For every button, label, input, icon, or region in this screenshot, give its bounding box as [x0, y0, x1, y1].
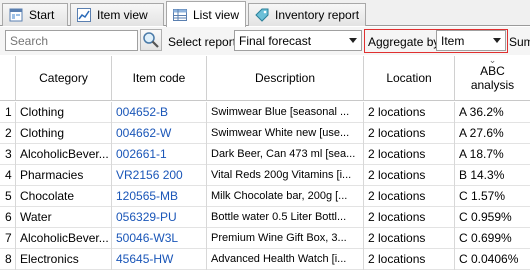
sort-descending-icon: ⌄	[488, 55, 497, 65]
row-number: 8	[0, 249, 16, 270]
column-header-label: Category	[39, 71, 88, 85]
abc-analysis-cell: A 27.6%	[459, 126, 504, 140]
report-select-value: Final forecast	[239, 34, 312, 48]
column-header-label: ABC analysis	[470, 64, 515, 92]
table-row[interactable]: 7 AlcoholicBever... 50046-W3L Premium Wine …	[0, 228, 530, 249]
aggregate-select-value: Item	[441, 34, 465, 48]
row-number: 6	[0, 207, 16, 228]
table-row[interactable]: 8 Electronics 45645-HW Advanced Health Watc…	[0, 249, 530, 270]
description-cell: Dark Beer, Can 473 ml [sea...	[207, 144, 364, 165]
item-code-link[interactable]: 50046-W3L	[112, 228, 207, 249]
chevron-down-icon	[349, 38, 357, 43]
abc-analysis-cell: C 0.0406%	[459, 252, 519, 266]
column-header-label: Item code	[132, 71, 186, 85]
column-header-label: Description	[254, 71, 316, 85]
search-button[interactable]	[140, 29, 162, 51]
column-header-description[interactable]: Description	[207, 56, 364, 101]
column-header-location[interactable]: Location	[364, 56, 455, 101]
item-code-link[interactable]: 45645-HW	[112, 249, 207, 270]
tab-inventory-report[interactable]: Inventory report	[248, 3, 366, 26]
tab-label: Start	[29, 8, 55, 22]
category-cell: AlcoholicBever...	[16, 228, 112, 249]
item-code-link[interactable]: 120565-MB	[112, 186, 207, 207]
data-grid: Category Item code Description Location …	[0, 56, 530, 270]
description-cell: Swimwear White new [use...	[207, 123, 364, 144]
location-cell: 2 locations	[364, 102, 455, 123]
item-code-link[interactable]: 056329-PU	[112, 207, 207, 228]
start-page-icon	[8, 7, 24, 23]
description-cell: Vital Reds 200g Vitamins [i...	[207, 165, 364, 186]
aggregate-by-label: Aggregate by	[368, 35, 440, 49]
category-cell: Pharmacies	[16, 165, 112, 186]
toolbar: Select report Final forecast Aggregate b…	[0, 27, 530, 55]
column-header-item-code[interactable]: Item code	[112, 56, 207, 101]
row-number: 4	[0, 165, 16, 186]
abc-analysis-cell: B 14.3%	[459, 168, 505, 182]
item-code-link[interactable]: 002661-1	[112, 144, 207, 165]
chart-icon	[76, 7, 92, 23]
list-table-icon	[172, 7, 188, 23]
tab-label: Inventory report	[275, 8, 360, 22]
sum-label: Sum	[509, 35, 530, 49]
description-cell: Advanced Health Watch [i...	[207, 249, 364, 270]
table-row[interactable]: 2 Clothing 004662-W Swimwear White new [use…	[0, 123, 530, 144]
column-header-label: Location	[386, 71, 432, 85]
category-cell: Chocolate	[16, 186, 112, 207]
location-cell: 2 locations	[364, 228, 455, 249]
category-cell: Water	[16, 207, 112, 228]
item-code-link[interactable]: VR2156 200	[112, 165, 207, 186]
abc-analysis-cell: C 0.959%	[459, 210, 512, 224]
abc-analysis-cell: C 0.699%	[459, 231, 512, 245]
select-report-label: Select report	[168, 35, 237, 49]
row-number: 2	[0, 123, 16, 144]
row-number: 1	[0, 102, 16, 123]
category-cell: Clothing	[16, 123, 112, 144]
category-cell: Clothing	[16, 102, 112, 123]
location-cell: 2 locations	[364, 123, 455, 144]
aggregate-select[interactable]: Item	[436, 30, 506, 51]
abc-analysis-cell: C 1.57%	[459, 189, 506, 203]
table-row[interactable]: 1 Clothing 004652-B Swimwear Blue [seasonal…	[0, 102, 530, 123]
row-number: 3	[0, 144, 16, 165]
item-code-link[interactable]: 004662-W	[112, 123, 207, 144]
location-cell: 2 locations	[364, 207, 455, 228]
tab-label: Item view	[97, 8, 148, 22]
category-cell: Electronics	[16, 249, 112, 270]
description-cell: Premium Wine Gift Box, 3...	[207, 228, 364, 249]
tab-label: List view	[193, 7, 240, 22]
tab-item-view[interactable]: Item view	[70, 3, 164, 26]
tab-start[interactable]: Start	[2, 3, 68, 26]
table-row[interactable]: 3 AlcoholicBever... 002661-1 Dark Beer, Can…	[0, 144, 530, 165]
location-cell: 2 locations	[364, 165, 455, 186]
location-cell: 2 locations	[364, 144, 455, 165]
chevron-down-icon	[493, 38, 501, 43]
magnifier-icon	[141, 32, 161, 53]
row-number: 5	[0, 186, 16, 207]
description-cell: Swimwear Blue [seasonal ...	[207, 102, 364, 123]
row-number-header	[0, 56, 16, 101]
item-code-link[interactable]: 004652-B	[112, 102, 207, 123]
description-cell: Bottle water 0.5 Liter Bottl...	[207, 207, 364, 228]
tag-icon	[254, 7, 270, 23]
location-cell: 2 locations	[364, 249, 455, 270]
table-row[interactable]: 4 Pharmacies VR2156 200 Vital Reds 200g Vit…	[0, 165, 530, 186]
table-row[interactable]: 6 Water 056329-PU Bottle water 0.5 Liter Bo…	[0, 207, 530, 228]
abc-analysis-cell: A 18.7%	[459, 147, 504, 161]
column-header-category[interactable]: Category	[16, 56, 112, 101]
row-number: 7	[0, 228, 16, 249]
location-cell: 2 locations	[364, 186, 455, 207]
search-input[interactable]	[5, 30, 138, 51]
category-cell: AlcoholicBever...	[16, 144, 112, 165]
abc-analysis-cell: A 36.2%	[459, 105, 504, 119]
report-select[interactable]: Final forecast	[234, 30, 362, 51]
tab-strip: Start Item view List view Inventory repo…	[0, 0, 530, 27]
tab-list-view[interactable]: List view	[166, 1, 246, 27]
table-row[interactable]: 5 Chocolate 120565-MB Milk Chocolate bar, 2…	[0, 186, 530, 207]
description-cell: Milk Chocolate bar, 200g [...	[207, 186, 364, 207]
column-header-abc-analysis[interactable]: ⌄ ABC analysis	[455, 56, 530, 101]
